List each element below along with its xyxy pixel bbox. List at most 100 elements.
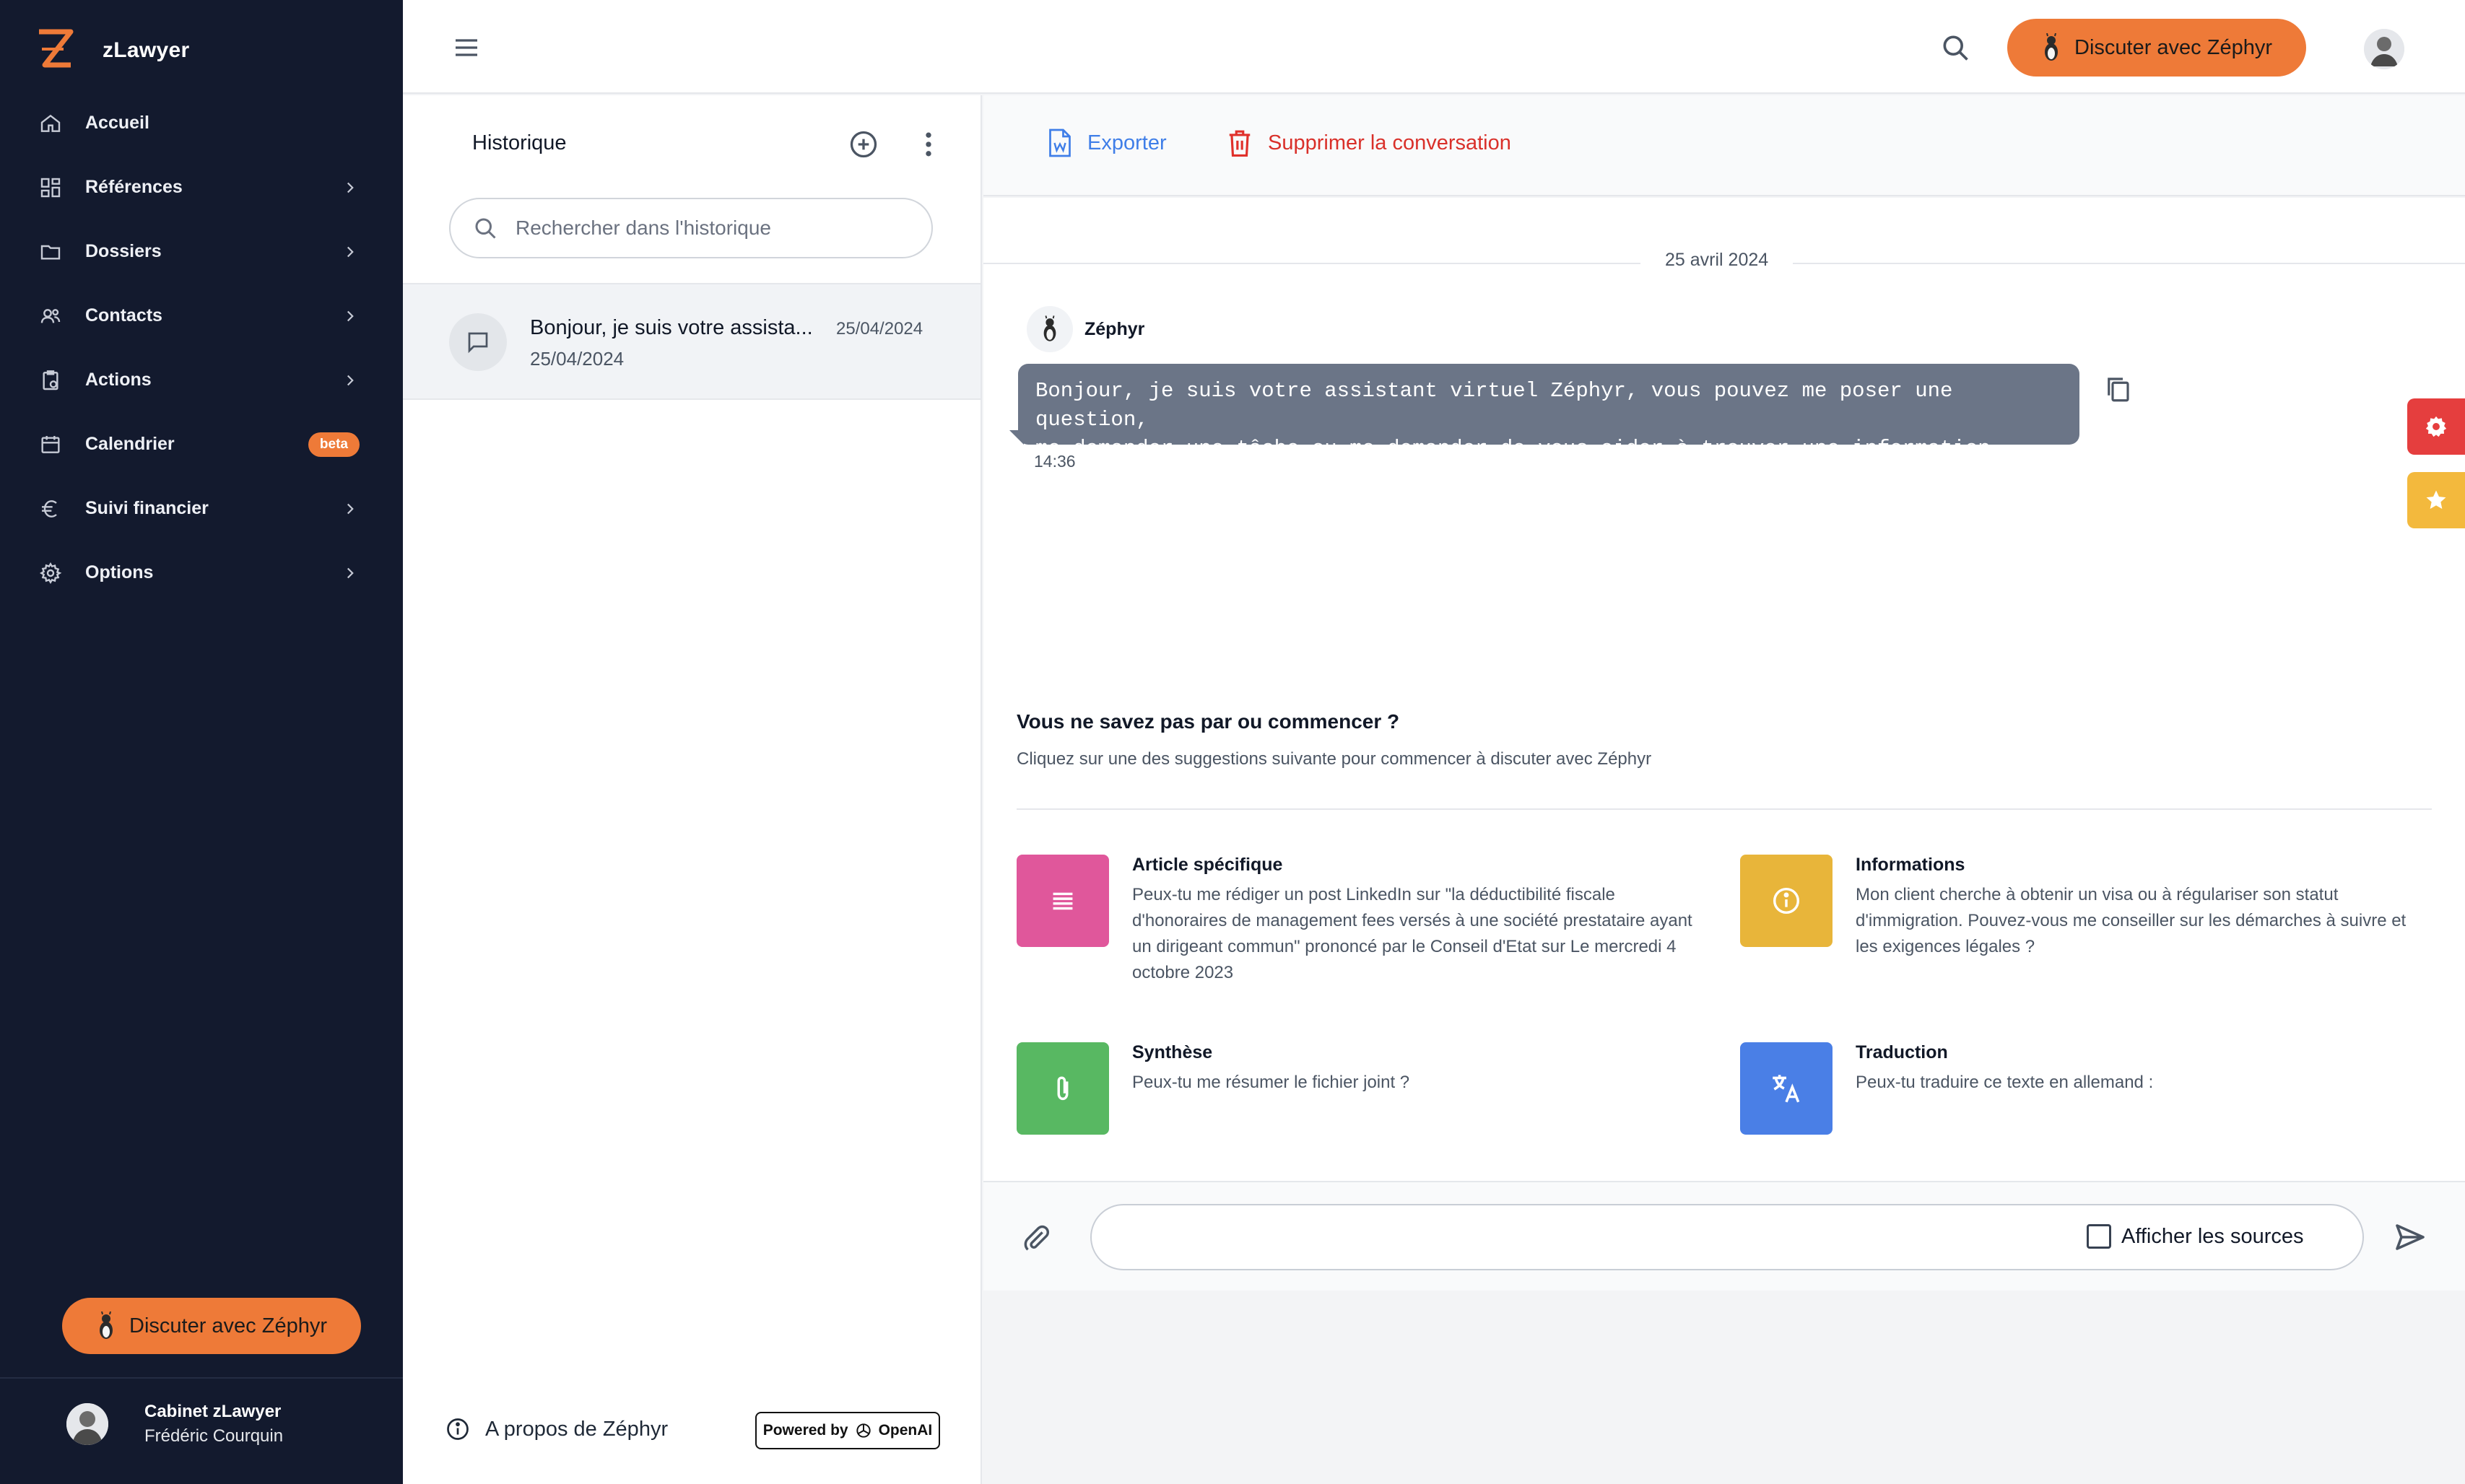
user-org: Cabinet zLawyer bbox=[144, 1402, 282, 1421]
export-label: Exporter bbox=[1087, 131, 1167, 154]
clipboard-icon bbox=[43, 370, 58, 390]
users-icon bbox=[40, 308, 61, 323]
conversation-date: 25/04/2024 bbox=[836, 319, 923, 339]
folder-icon bbox=[40, 245, 61, 260]
suggestion-title: Informations bbox=[1856, 855, 1965, 875]
add-conversation-icon[interactable] bbox=[848, 128, 879, 160]
suggestions-divider bbox=[1017, 808, 2432, 810]
user-avatar-icon bbox=[66, 1403, 108, 1445]
sidebar-item-dossiers[interactable]: Dossiers bbox=[0, 219, 403, 284]
sidebar-chat-button[interactable]: Discuter avec Zéphyr bbox=[62, 1298, 361, 1354]
show-sources-toggle[interactable]: Afficher les sources bbox=[2087, 1224, 2304, 1249]
conversation-title: Bonjour, je suis votre assista... bbox=[530, 316, 813, 339]
gear-icon bbox=[2425, 416, 2447, 437]
show-sources-label: Afficher les sources bbox=[2121, 1224, 2304, 1248]
chevron-right-icon bbox=[347, 246, 354, 257]
chevron-right-icon bbox=[347, 375, 354, 385]
top-chat-label: Discuter avec Zéphyr bbox=[2074, 35, 2272, 59]
euro-icon bbox=[42, 499, 57, 518]
brand[interactable]: zLawyer bbox=[35, 27, 190, 74]
suggestion-card-article[interactable]: Article spécifique Peux-tu me rédiger un… bbox=[1017, 855, 1710, 999]
suggestion-card-synthese[interactable]: Synthèse Peux-tu me résumer le fichier j… bbox=[1017, 1042, 1710, 1136]
sidebar-item-contacts[interactable]: Contacts bbox=[0, 284, 403, 348]
delete-label: Supprimer la conversation bbox=[1268, 131, 1511, 154]
user-profile[interactable]: Cabinet zLawyer Frédéric Courquin bbox=[66, 1402, 283, 1446]
message-input[interactable] bbox=[1113, 1220, 2074, 1256]
top-chat-button[interactable]: Discuter avec Zéphyr bbox=[2007, 19, 2306, 77]
chevron-right-icon bbox=[347, 567, 354, 578]
about-label: A propos de Zéphyr bbox=[485, 1417, 669, 1441]
sidebar-item-suivi-financier[interactable]: Suivi financier bbox=[0, 476, 403, 541]
suggestions-title: Vous ne savez pas par ou commencer ? bbox=[1017, 710, 1400, 733]
chevron-right-icon bbox=[347, 182, 354, 193]
sidebar-item-accueil[interactable]: Accueil bbox=[0, 91, 403, 155]
sidebar-item-label: Actions bbox=[85, 370, 152, 390]
suggestion-card-traduction[interactable]: Traduction Peux-tu traduire ce texte en … bbox=[1740, 1042, 2433, 1136]
powered-brand: OpenAI bbox=[878, 1422, 933, 1439]
lines-icon bbox=[1017, 855, 1109, 947]
info-icon bbox=[1740, 855, 1833, 947]
word-document-icon bbox=[1049, 128, 1071, 157]
chat-main: Exporter Supprimer la conversation 25 av… bbox=[983, 95, 2465, 1484]
powered-by-openai-badge: Powered by OpenAI bbox=[755, 1412, 940, 1449]
calendar-icon bbox=[41, 435, 60, 453]
sidebar-item-label: Références bbox=[85, 177, 183, 197]
sidebar-divider bbox=[0, 1377, 403, 1379]
sidebar-item-references[interactable]: Références bbox=[0, 155, 403, 219]
history-panel: Historique Bonjour, je suis votre assist… bbox=[403, 95, 982, 1484]
sidebar-item-label: Suivi financier bbox=[85, 498, 209, 518]
message-composer: Afficher les sources bbox=[983, 1181, 2465, 1291]
grid-icon bbox=[40, 178, 61, 197]
history-title: Historique bbox=[472, 131, 567, 154]
floating-favorite-button[interactable] bbox=[2407, 472, 2465, 528]
app-name: zLawyer bbox=[103, 38, 190, 62]
paperclip-icon bbox=[1017, 1042, 1109, 1135]
avatar bbox=[66, 1403, 108, 1445]
user-avatar-icon[interactable] bbox=[2364, 29, 2404, 69]
suggestion-title: Article spécifique bbox=[1132, 855, 1283, 875]
history-search-input[interactable] bbox=[516, 217, 920, 240]
hamburger-menu-icon[interactable] bbox=[452, 33, 481, 62]
sidebar-item-actions[interactable]: Actions bbox=[0, 348, 403, 412]
message-bubble: Bonjour, je suis votre assistant virtuel… bbox=[1018, 364, 2079, 461]
chevron-right-icon bbox=[347, 503, 354, 514]
user-name: Frédéric Courquin bbox=[144, 1426, 284, 1446]
search-icon[interactable] bbox=[1939, 32, 1971, 64]
suggestion-desc: Peux-tu traduire ce texte en allemand : bbox=[1856, 1073, 2154, 1092]
conversation-item[interactable]: Bonjour, je suis votre assista... 25/04/… bbox=[403, 283, 981, 400]
chat-bubble-icon bbox=[449, 313, 507, 371]
sidebar: zLawyer Accueil Références Dossiers Cont… bbox=[0, 0, 403, 1484]
copy-icon[interactable] bbox=[2103, 374, 2133, 404]
attach-paperclip-icon[interactable] bbox=[1020, 1221, 1053, 1254]
suggestion-desc: Peux-tu me rédiger un post LinkedIn sur … bbox=[1132, 885, 1692, 982]
send-icon[interactable] bbox=[2393, 1220, 2427, 1254]
zephyr-avatar bbox=[1027, 306, 1073, 352]
search-icon bbox=[475, 218, 496, 239]
zephyr-mascot-icon bbox=[2045, 33, 2058, 61]
zephyr-mascot-icon bbox=[100, 1311, 113, 1339]
sidebar-item-label: Options bbox=[85, 562, 154, 582]
gear-icon bbox=[40, 562, 62, 584]
delete-conversation-button[interactable]: Supprimer la conversation bbox=[1226, 127, 1511, 159]
floating-settings-button[interactable] bbox=[2407, 398, 2465, 455]
sidebar-item-calendrier[interactable]: Calendrier beta bbox=[0, 412, 403, 476]
chevron-right-icon bbox=[347, 310, 354, 321]
message-line-2: me demander une tâche ou me demander de … bbox=[1035, 437, 2004, 461]
openai-logo-icon bbox=[856, 1423, 871, 1438]
export-button[interactable]: Exporter bbox=[1047, 127, 1167, 159]
suggestion-card-informations[interactable]: Informations Mon client cherche à obteni… bbox=[1740, 855, 2433, 999]
translate-icon bbox=[1740, 1042, 1833, 1135]
chat-thread: 25 avril 2024 Zéphyr Bonjour, je suis vo… bbox=[983, 198, 2465, 1276]
more-vertical-icon[interactable] bbox=[913, 128, 944, 160]
show-sources-checkbox[interactable] bbox=[2087, 1224, 2111, 1249]
suggestion-desc: Peux-tu me résumer le fichier joint ? bbox=[1132, 1073, 1410, 1092]
about-zephyr-link[interactable]: A propos de Zéphyr bbox=[445, 1416, 668, 1442]
star-icon bbox=[2426, 490, 2446, 510]
sidebar-chat-label: Discuter avec Zéphyr bbox=[129, 1314, 327, 1337]
bubble-tail bbox=[1009, 430, 1024, 445]
sidebar-item-options[interactable]: Options bbox=[0, 541, 403, 605]
home-icon bbox=[40, 114, 61, 132]
zlawyer-logo-icon bbox=[39, 29, 74, 68]
suggestion-desc: Mon client cherche à obtenir un visa ou … bbox=[1856, 885, 2407, 956]
sidebar-nav: Accueil Références Dossiers Contacts Act… bbox=[0, 91, 403, 605]
